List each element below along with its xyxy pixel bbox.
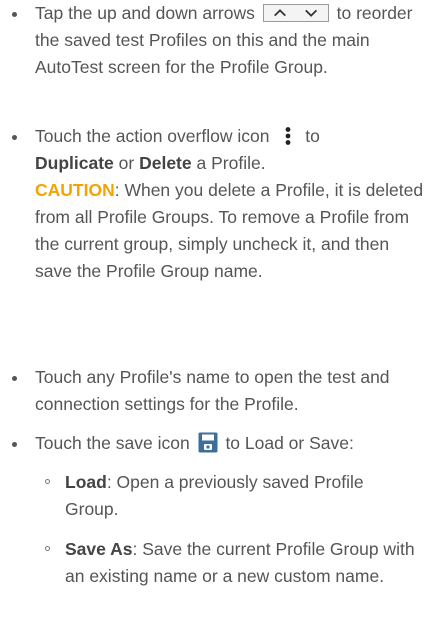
save-icon — [198, 432, 218, 453]
up-down-arrows-icon — [262, 4, 329, 22]
list-item: Touch the save icon to Load or Save: Loa… — [0, 430, 434, 586]
item-text: Touch the save icon to Load or Save: — [35, 432, 354, 453]
bullet — [12, 12, 17, 17]
bullet — [12, 442, 17, 447]
list-item: Touch the action overflow icon to Duplic… — [0, 123, 434, 323]
help-page: { "items": [ { "pre": "Tap the up and do… — [0, 0, 434, 586]
sub-list-item-load: Load: Open a previously saved Profile Gr… — [0, 469, 434, 525]
item-text: Touch any Profile's name to open the tes… — [35, 367, 390, 414]
caution-label: CAUTION — [35, 180, 115, 200]
action-overflow-icon — [285, 127, 291, 145]
list-item: Touch any Profile's name to open the tes… — [0, 364, 434, 420]
sub-bullet — [45, 479, 50, 484]
sub-item-text: Load: Open a previously saved Profile Gr… — [65, 472, 364, 519]
item-text: Touch the action overflow icon to Duplic… — [35, 126, 424, 281]
item-text: Tap the up and down arrows to reorder th… — [35, 3, 413, 77]
bullet — [12, 135, 17, 140]
sub-item-text: Save As: Save the current Profile Group … — [65, 539, 415, 586]
bullet — [12, 376, 17, 381]
sub-bullet — [45, 546, 50, 551]
sub-list-item-save-as: Save As: Save the current Profile Group … — [0, 536, 434, 620]
list-item: Tap the up and down arrows to reorder th… — [0, 0, 434, 108]
